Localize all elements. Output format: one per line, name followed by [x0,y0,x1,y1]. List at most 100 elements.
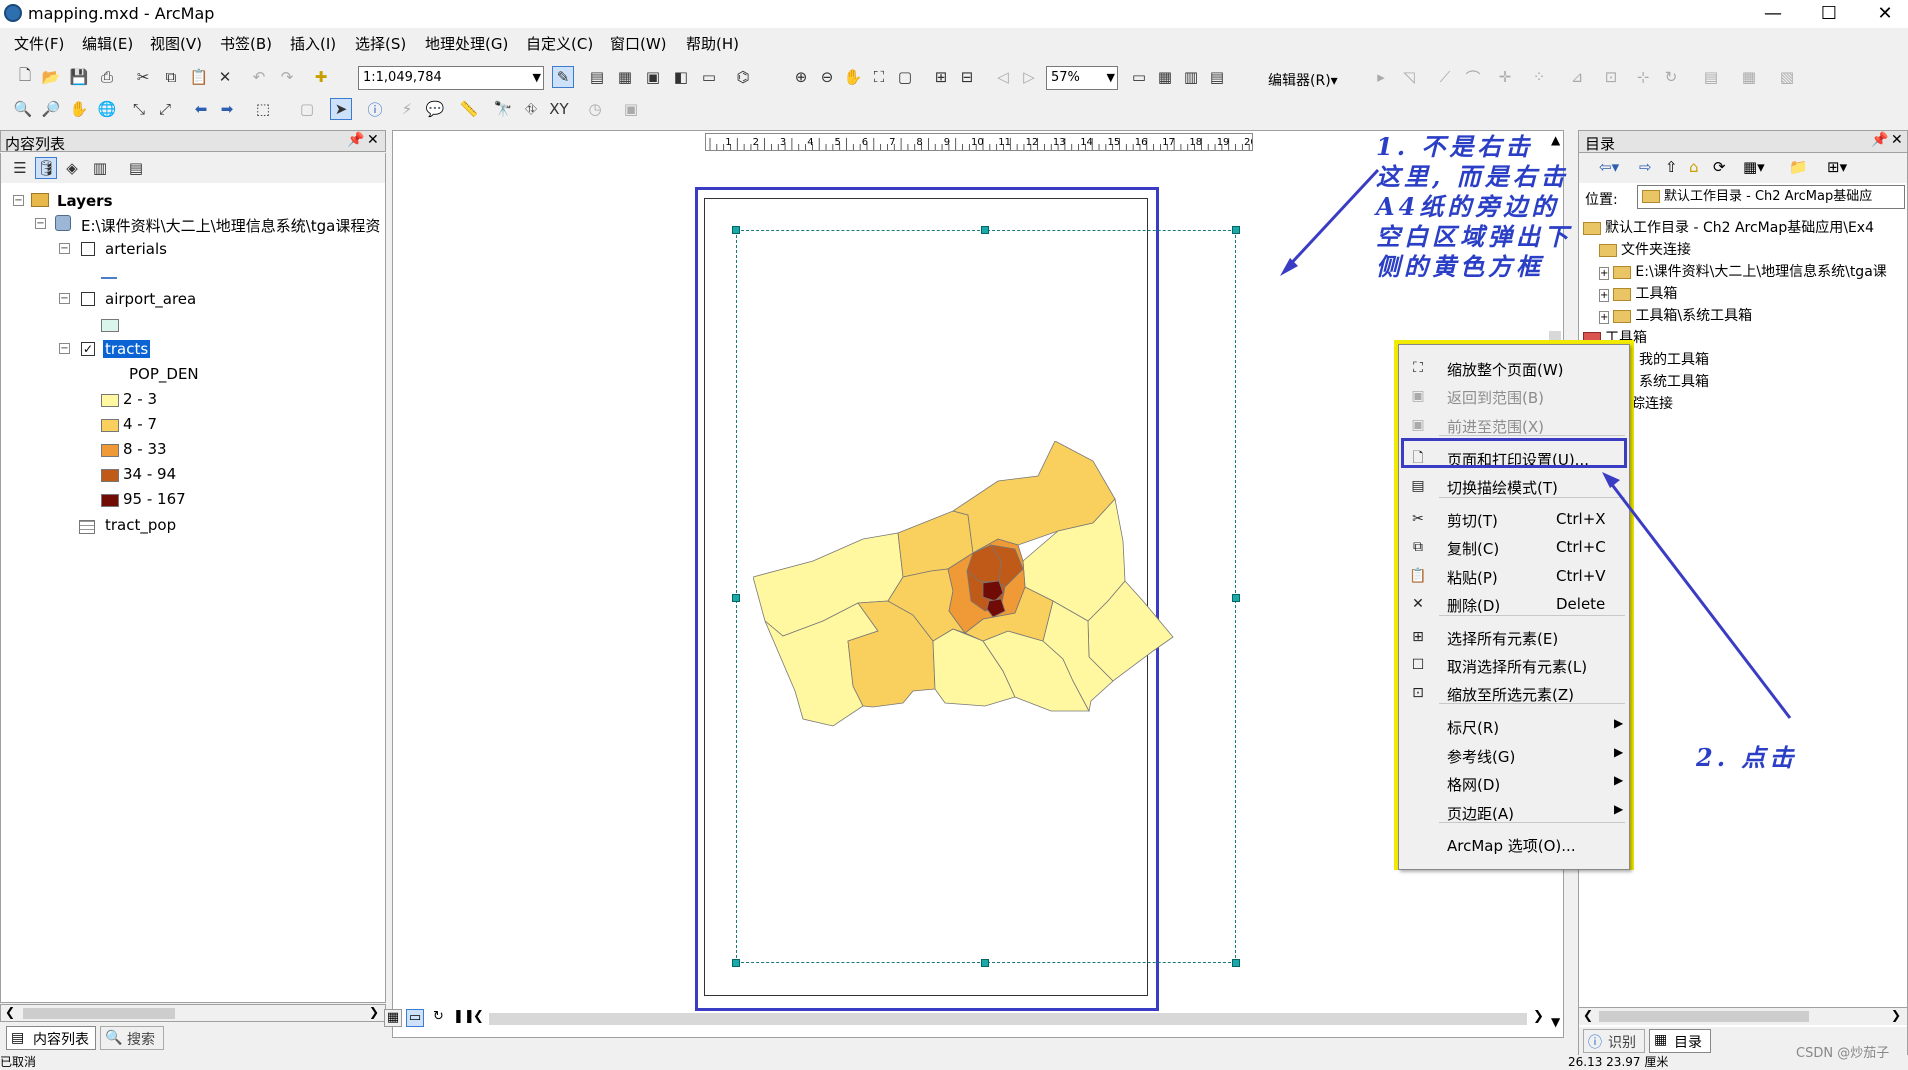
pause-icon[interactable]: ❚❚ [453,1009,475,1024]
scroll-right-icon[interactable]: ❯ [369,1005,379,1019]
menu-file[interactable]: 文件(F) [14,33,64,54]
tree-toggle-icon[interactable]: ⊞▾ [1827,158,1847,176]
forward-arrow-icon[interactable]: ➡ [216,98,238,120]
data-driven-pages-icon[interactable]: ▤ [1206,66,1228,88]
clear-selection-icon[interactable]: ▢ [296,98,318,120]
zoom-out-icon[interactable]: 🔎 [40,98,62,120]
layer-checkbox-arterials[interactable] [81,242,95,256]
scroll-left-icon[interactable]: ❮ [1583,1008,1593,1022]
forward-extent-icon[interactable]: ▷ [1018,66,1040,88]
zoom-in-icon[interactable]: 🔍 [12,98,34,120]
find-icon[interactable]: 🔭 [492,98,514,120]
close-icon[interactable]: ✕ [1891,132,1903,148]
context-menu-item[interactable]: ArcMap 选项(O)... [1399,831,1629,857]
table-name[interactable]: tract_pop [105,516,176,534]
vscroll-down-icon[interactable]: ▼ [1551,1015,1560,1029]
html-popup-icon[interactable]: 💬 [424,98,446,120]
options-icon[interactable]: ▤ [125,157,147,179]
catalog-item[interactable]: 系统工具箱 [1639,371,1709,391]
fixed-zoom-out-icon[interactable]: ⊟ [956,66,978,88]
layer-checkbox-tracts[interactable]: ✓ [81,342,95,356]
sketch-properties-icon[interactable]: ▦ [1738,66,1760,88]
menu-edit[interactable]: 编辑(E) [82,33,133,54]
find-route-icon[interactable]: ⛗ [520,98,542,120]
layer-name-tracts[interactable]: tracts [103,340,151,358]
collapse-toggle[interactable]: − [59,343,70,354]
context-menu-item[interactable]: ⧉ 复制(C) Ctrl+C [1399,534,1629,560]
collapse-toggle[interactable]: − [35,218,46,229]
list-by-source-icon[interactable]: 🛢 [35,157,57,179]
expand-toggle[interactable]: + [1599,289,1610,302]
fixed-zoom-out-icon[interactable]: ⤢ [154,98,176,120]
zoom-combo[interactable]: 57% ▼ [1046,66,1118,90]
menu-view[interactable]: 视图(V) [150,33,202,54]
table-of-contents-icon[interactable]: ▤ [586,66,608,88]
back-arrow-icon[interactable]: ⇦▾ [1599,158,1619,176]
create-features-icon[interactable]: ▧ [1776,66,1798,88]
measure-icon[interactable]: 📏 [458,98,480,120]
catalog-item[interactable]: 踪连接 [1631,393,1673,413]
menu-help[interactable]: 帮助(H) [686,33,739,54]
pan-icon[interactable]: ✋ [68,98,90,120]
menu-customize[interactable]: 自定义(C) [526,33,593,54]
expand-toggle[interactable]: + [1599,267,1610,280]
open-folder-icon[interactable]: 📂 [40,66,62,88]
tab-toc[interactable]: ▤ 内容列表 [6,1026,96,1050]
layer-checkbox-airport-area[interactable] [81,292,95,306]
zoom-100-icon[interactable]: ▢ [894,66,916,88]
change-layout-icon[interactable]: ▥ [1180,66,1202,88]
expand-toggle[interactable]: + [1599,311,1610,324]
editor-menu[interactable]: 编辑器(R)▾ [1268,70,1338,90]
scroll-right-icon[interactable]: ❯ [1891,1008,1901,1022]
pin-icon[interactable]: 📌 [347,132,364,148]
zoom-in-page-icon[interactable]: ⊕ [790,66,812,88]
selection-handle[interactable] [732,226,740,234]
toc-hscrollbar[interactable]: ❮ ❯ [0,1004,386,1022]
tab-search[interactable]: 🔍 搜索 [100,1026,164,1050]
tab-identify[interactable]: ⓘ 识别 [1583,1029,1645,1053]
connect-folder-icon[interactable]: 📁 [1789,158,1808,176]
arctoolbox-icon[interactable]: ◧ [670,66,692,88]
edit-annotation-icon[interactable]: ◹ [1398,66,1420,88]
back-extent-icon[interactable]: ◁ [992,66,1014,88]
search-window-icon[interactable]: ▣ [642,66,664,88]
hscroll-track[interactable] [489,1013,1527,1025]
zoom-out-page-icon[interactable]: ⊖ [816,66,838,88]
list-by-drawing-order-icon[interactable]: ☰ [9,157,31,179]
point-tool-icon[interactable]: ✛ [1494,66,1516,88]
zoom-whole-page-icon[interactable]: ⛶ [868,66,890,88]
hscroll-right-icon[interactable]: ❯ [1533,1009,1544,1024]
home-icon[interactable]: ⌂ [1689,158,1699,176]
edit-tool-icon[interactable]: ▸ [1370,66,1392,88]
selection-handle[interactable] [981,959,989,967]
catalog-hscrollbar[interactable]: ❮ ❯ [1579,1007,1907,1025]
context-menu-item[interactable]: ✕ 删除(D) Delete [1399,591,1629,617]
context-menu-item[interactable]: ☐ 取消选择所有元素(L) [1399,652,1629,678]
context-menu-item[interactable]: ⛶ 缩放整个页面(W) [1399,355,1629,381]
list-by-selection-icon[interactable]: ▥ [89,157,111,179]
split-icon[interactable]: ⊹ [1632,66,1654,88]
viewer-window-icon[interactable]: ▣ [620,98,642,120]
go-to-xy-icon[interactable]: XY [548,98,570,120]
catalog-item[interactable]: 文件夹连接 [1599,239,1691,259]
edit-vertices-icon[interactable]: ⁘ [1528,66,1550,88]
menu-bookmarks[interactable]: 书签(B) [220,33,272,54]
context-menu-item[interactable]: 格网(D) ▶ [1399,770,1629,796]
maximize-button[interactable]: ☐ [1806,2,1852,26]
location-combo[interactable]: 默认工作目录 - Ch2 ArcMap基础应 [1637,185,1905,209]
select-features-icon[interactable]: ⬚ [252,98,274,120]
layer-name-arterials[interactable]: arterials [105,240,167,258]
scroll-thumb[interactable] [1599,1011,1809,1022]
context-menu-item[interactable]: 标尺(R) ▶ [1399,713,1629,739]
add-data-icon[interactable]: ✚ [310,66,332,88]
print-icon[interactable]: ⎙ [96,66,118,88]
selection-handle[interactable] [1232,959,1240,967]
straight-segment-icon[interactable]: ⟋ [1434,66,1456,88]
close-icon[interactable]: ✕ [367,132,379,148]
rotate-icon[interactable]: ↻ [1660,66,1682,88]
data-frame-label[interactable]: Layers [57,192,113,210]
editor-toolbar-icon[interactable]: ✎ [552,66,574,88]
scale-combo[interactable]: 1:1,049,784 ▼ [358,66,544,90]
hyperlink-icon[interactable]: ⚡ [396,98,418,120]
toggle-draft-icon[interactable]: ▭ [1128,66,1150,88]
